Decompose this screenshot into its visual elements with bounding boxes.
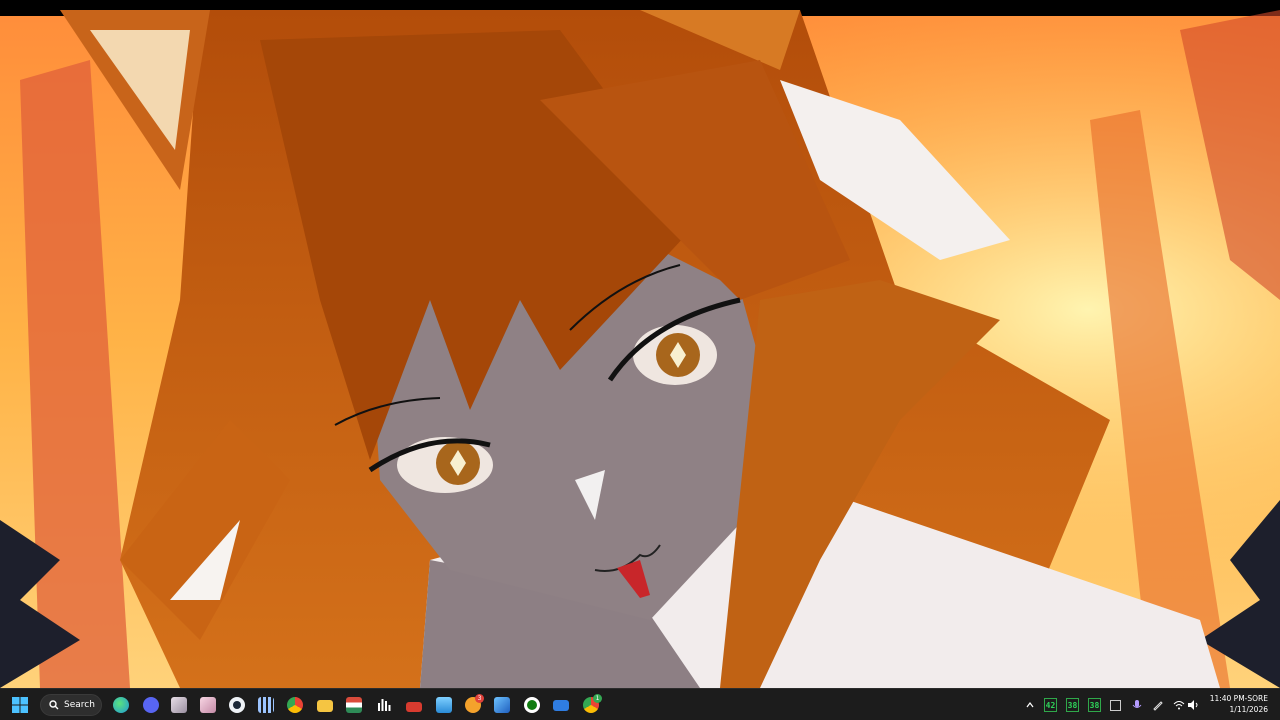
- desktop[interactable]: [0, 0, 1280, 688]
- tray-counter-2[interactable]: 38: [1066, 698, 1079, 712]
- taskbar-file-explorer[interactable]: [313, 693, 337, 717]
- chat-app-icon: 3: [465, 694, 484, 713]
- taskbar-app-red[interactable]: [402, 693, 426, 717]
- chrome-badge: 1: [593, 694, 602, 703]
- steam-icon: [229, 697, 245, 713]
- clock-time: 11:40 PM-SORE: [1209, 694, 1268, 703]
- anime-app-icon: [171, 697, 187, 713]
- taskbar-app-blue[interactable]: [490, 693, 514, 717]
- taskbar-xbox[interactable]: [520, 693, 544, 717]
- speaker-icon: [1188, 700, 1198, 710]
- chrome-beta-icon: [287, 697, 303, 713]
- red-app-icon: [406, 701, 422, 712]
- windows-logo-icon: [12, 697, 28, 713]
- chat-badge: 3: [475, 694, 484, 703]
- wifi-icon: [1173, 701, 1185, 710]
- search-label: Search: [64, 700, 95, 710]
- taskbar-edge[interactable]: [109, 693, 133, 717]
- clock[interactable]: 11:40 PM-SORE 1/11/2026: [1210, 693, 1268, 715]
- tray-pen[interactable]: [1151, 697, 1165, 713]
- taskbar-audio[interactable]: [372, 693, 396, 717]
- taskbar-steam[interactable]: [225, 693, 249, 717]
- chrome-icon: 1: [583, 694, 602, 713]
- monitor-icon: [553, 700, 569, 711]
- taskbar-remote-desktop[interactable]: [549, 693, 573, 717]
- microphone-icon: [1132, 700, 1142, 708]
- pen-icon: [1153, 701, 1163, 711]
- grid-app-icon: [258, 697, 274, 713]
- chevron-up-icon: [1026, 702, 1034, 708]
- taskbar-chat-app[interactable]: 3: [461, 693, 485, 717]
- photos-icon: [436, 697, 452, 713]
- xbox-icon: [524, 697, 540, 713]
- taskbar: Search 3 1 42 38 38 11:40 PM-SORE 1/11/2…: [0, 688, 1280, 720]
- show-hidden-icons-button[interactable]: [1023, 697, 1037, 713]
- taskbar-app-anime-2[interactable]: [196, 693, 220, 717]
- taskbar-app-grid[interactable]: [254, 693, 278, 717]
- search-icon: [49, 700, 59, 710]
- audio-bars-icon: [378, 699, 391, 711]
- tray-network[interactable]: [1172, 697, 1186, 713]
- taskbar-chrome[interactable]: 1: [579, 693, 603, 717]
- start-button[interactable]: [8, 693, 32, 717]
- window-icon: [1109, 699, 1121, 711]
- clock-date: 1/11/2026: [1229, 705, 1268, 714]
- taskbar-chrome-beta[interactable]: [283, 693, 307, 717]
- taskbar-photos[interactable]: [432, 693, 456, 717]
- taskbar-app-anime[interactable]: [167, 693, 191, 717]
- taskbar-app-flag[interactable]: [342, 693, 366, 717]
- flag-app-icon: [346, 697, 362, 713]
- tray-counter-3[interactable]: 38: [1088, 698, 1101, 712]
- discord-icon: [143, 697, 159, 713]
- blue-app-icon: [494, 697, 510, 713]
- anime-app-2-icon: [200, 697, 216, 713]
- tray-counter-1[interactable]: 42: [1044, 698, 1057, 712]
- tray-microphone[interactable]: [1130, 697, 1144, 713]
- tray-window-app[interactable]: [1108, 697, 1122, 713]
- taskbar-discord[interactable]: [139, 693, 163, 717]
- wallpaper-image: [0, 0, 1280, 688]
- folder-icon: [317, 700, 333, 712]
- search-box[interactable]: Search: [40, 694, 102, 716]
- edge-icon: [113, 697, 129, 713]
- tray-volume[interactable]: [1186, 697, 1200, 713]
